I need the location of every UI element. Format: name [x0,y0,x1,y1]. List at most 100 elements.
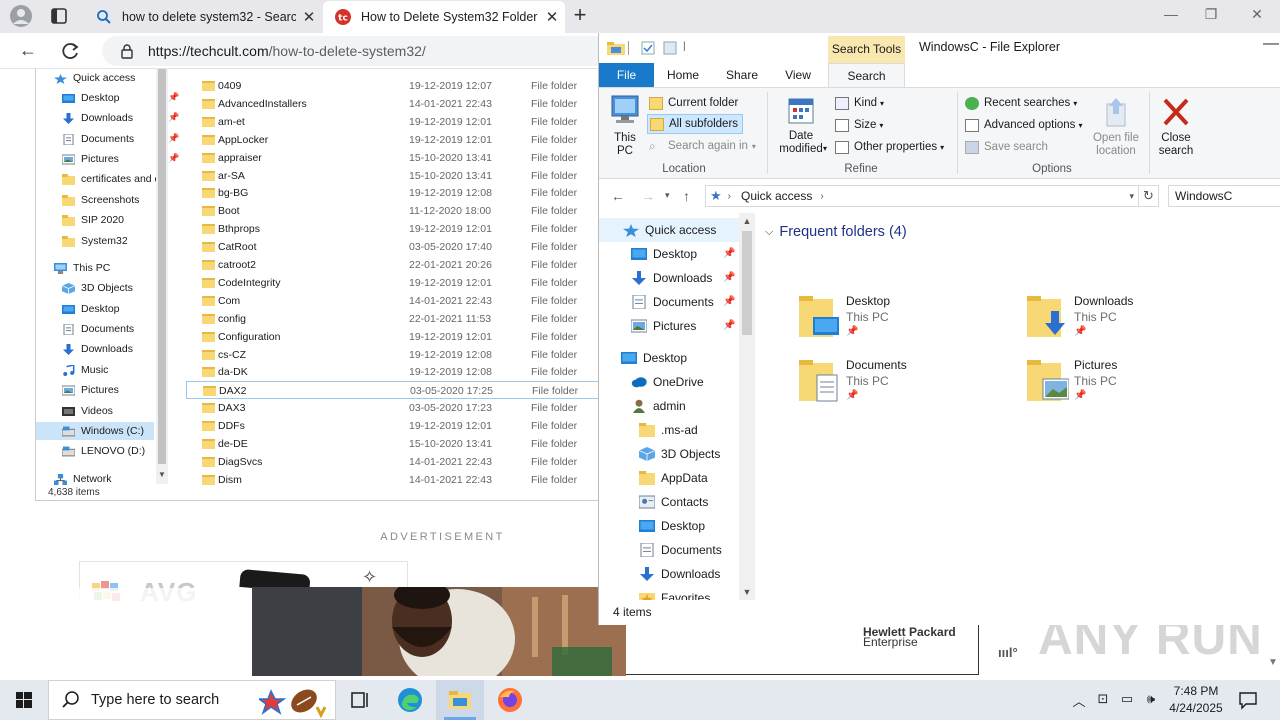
desktop-icon [621,352,637,364]
explorer-search-box[interactable]: WindowsC [1168,185,1280,207]
recent-searches-button[interactable]: Recent searches ▾ [965,93,1077,113]
back-arrow-icon[interactable]: ← [16,40,40,62]
this-pc-label: This PC [614,132,636,157]
this-pc-button[interactable]: This PC [607,94,643,158]
pin-icon: 📌 [846,326,859,337]
ribbon-tab-view[interactable]: View [775,63,821,87]
lock-icon[interactable] [120,43,134,59]
chevron-down-icon: ▾ [1073,98,1078,108]
notifications-icon[interactable] [1238,690,1258,710]
tree-item[interactable]: .ms-ad [599,418,739,442]
screenshot-nav-item: Downloads 📌 [62,109,179,127]
date-modified-button[interactable]: Date modified [773,96,829,156]
task-view-button[interactable] [336,680,384,720]
computer-icon [611,95,639,123]
tree-item[interactable]: Quick access [599,218,739,242]
close-tab-icon[interactable]: ✕ [539,8,565,26]
tree-item[interactable]: Favorites [599,586,739,600]
tree-item[interactable]: Documents [599,538,739,562]
frequent-folders-header[interactable]: ⌵ Frequent folders (4) [765,224,907,240]
tree-item[interactable]: Desktop 📌 [599,242,739,266]
firefox-taskbar-button[interactable] [486,680,534,720]
maximize-icon[interactable]: ❐ [1200,6,1222,26]
tree-item[interactable]: Desktop [599,514,739,538]
ribbon-tab-home[interactable]: Home [661,63,705,87]
new-tab-button[interactable]: + [568,4,592,28]
minimize-icon[interactable]: — [1263,35,1279,53]
advanced-options-button[interactable]: Advanced options ▾ [965,115,1082,135]
ribbon-tab-file[interactable]: File [599,63,654,87]
navigation-scrollbar[interactable]: ▲ ▼ [739,213,755,600]
nav-item-label: Documents [81,323,135,335]
scroll-thumb[interactable] [742,231,752,335]
tree-item[interactable]: 3D Objects [599,442,739,466]
video-ad-player[interactable] [252,587,626,676]
reload-icon[interactable] [60,41,82,61]
tab-actions-icon[interactable] [48,6,70,26]
chevron-down-icon[interactable]: ▼ [1268,657,1278,668]
frequent-folder-tile[interactable]: Desktop This PC 📌 [799,291,999,347]
size-button[interactable]: Size ▾ [835,115,883,135]
tab-bing-search[interactable]: how to delete system32 - Search ✕ [84,1,322,33]
tree-item[interactable]: AppData [599,466,739,490]
properties-icon[interactable] [641,41,655,55]
file-explorer-taskbar-button[interactable] [436,680,484,720]
chevron-down-icon[interactable]: ▼ [739,584,755,600]
sparkle-icon: ✧ [362,567,378,587]
windows-start-icon[interactable] [0,680,48,720]
back-arrow-icon[interactable]: ← [611,188,625,204]
breadcrumb-quick-access[interactable]: Quick access [741,189,812,203]
tree-item[interactable]: OneDrive [599,370,739,394]
taskbar-search-box[interactable]: Type here to search [48,680,336,720]
file-name: Com [218,294,241,307]
chevron-down-icon[interactable]: ▾ [1129,191,1134,202]
all-subfolders-button[interactable]: All subfolders [647,114,744,134]
tree-item[interactable]: admin [599,394,739,418]
save-search-button[interactable]: Save search [965,137,1048,157]
tab-techcult-article[interactable]: tc How to Delete System32 Folder in ✕ [323,1,565,33]
frequent-folder-tile[interactable]: Documents This PC 📌 [799,355,999,411]
tree-item[interactable]: Documents 📌 [599,290,739,314]
profile-avatar-icon[interactable] [8,4,34,28]
screenshot-nav-item: Music [62,361,108,379]
edge-taskbar-button[interactable] [386,680,434,720]
folder-icon [202,439,215,449]
chevron-right-icon[interactable]: › [820,191,823,202]
ribbon-tab-search[interactable]: Search [828,63,905,87]
frequent-folder-tile[interactable]: Pictures This PC 📌 [1027,355,1227,411]
recent-locations-chevron-icon[interactable]: ▾ [665,190,670,201]
hpe-ad-banner[interactable]: Hewlett Packard Enterprise [626,625,979,675]
new-folder-icon[interactable] [663,41,677,55]
device-icon[interactable]: ⊡ [1094,691,1112,709]
tree-item[interactable]: Downloads 📌 [599,266,739,290]
minimize-icon[interactable]: — [1160,6,1182,26]
tree-item[interactable]: Downloads [599,562,739,586]
explorer-path-bar[interactable]: ★ › Quick access › ▾ [705,185,1139,207]
open-file-location-button[interactable]: Open file location [1089,96,1143,158]
kind-button[interactable]: Kind ▾ [835,93,884,113]
ribbon-tab-share[interactable]: Share [717,63,767,87]
tree-item[interactable]: Pictures 📌 [599,314,739,338]
chevron-up-icon[interactable]: ︿ [1070,691,1088,709]
frequent-folder-tile[interactable]: Downloads This PC 📌 [1027,291,1227,347]
folder-icon [203,386,216,397]
search-again-button[interactable]: ⌕ Search again in ▾ [649,136,756,156]
ad-choices-icon[interactable]: ıııl° [998,645,1018,660]
forward-arrow-icon[interactable]: → [641,188,655,204]
system-clock[interactable]: 7:48 PM 4/24/2025 [1156,683,1236,717]
tree-item[interactable]: Contacts [599,490,739,514]
other-properties-button[interactable]: Other properties ▾ [835,137,944,157]
chevron-right-icon[interactable]: › [728,191,731,202]
close-search-button[interactable]: Close search [1151,96,1201,158]
chevron-up-icon[interactable]: ▲ [739,213,755,229]
close-window-icon[interactable]: ✕ [1246,6,1268,26]
file-type: File folder [531,151,578,164]
up-arrow-icon[interactable]: ↑ [683,188,690,204]
refresh-icon[interactable]: ↻ [1139,185,1159,207]
tree-item[interactable]: Desktop [599,346,739,370]
close-tab-icon[interactable]: ✕ [296,8,322,26]
network-icon[interactable]: ▭ [1118,691,1136,709]
current-folder-button[interactable]: Current folder [649,93,738,113]
address-bar[interactable]: https://techcult.com/how-to-delete-syste… [102,36,600,66]
qat-customize-icon[interactable]: | [683,41,686,55]
